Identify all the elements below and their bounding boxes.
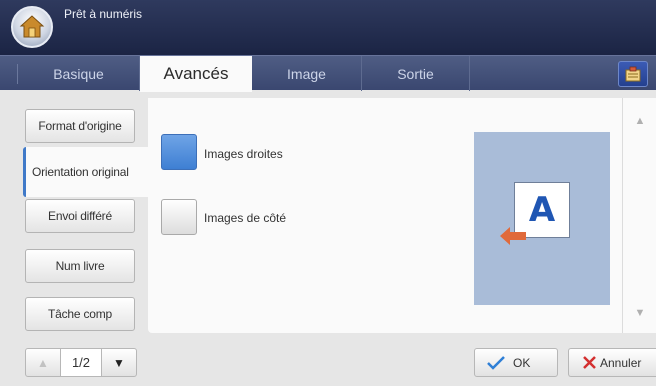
home-button[interactable] [11,6,53,48]
close-icon [583,356,596,369]
ok-button[interactable]: OK [474,348,558,377]
tab-basique[interactable]: Basique [18,56,140,91]
clipboard-icon [625,66,641,82]
triangle-down-icon: ▼ [634,307,646,319]
sidebar-item-orientation-original[interactable]: Orientation original [23,147,149,197]
page-next-button[interactable]: ▼ [101,348,137,377]
tab-empty [470,56,600,91]
orientation-preview: A [474,132,610,305]
cancel-label: Annuler [600,355,642,370]
sidebar-item-envoi-differe[interactable]: Envoi différé [25,199,135,233]
page-indicator: 1/2 [61,348,101,377]
triangle-down-icon: ▼ [113,355,125,370]
triangle-up-icon: ▲ [37,355,49,370]
sidebar-item-num-livre[interactable]: Num livre [25,249,135,283]
tab-bar: Basique Avancés Image Sortie [0,55,656,92]
sidebar-item-tache-comp[interactable]: Tâche comp [25,297,135,331]
option-images-droites-toggle[interactable] [161,134,197,170]
scrollbar[interactable]: ▲ ▼ [622,98,656,333]
page-prev-button[interactable]: ▲ [25,348,61,377]
option-images-de-cote-label: Images de côté [204,211,287,225]
cancel-button[interactable]: Annuler [568,348,656,377]
tab-sortie[interactable]: Sortie [362,56,470,91]
scroll-down-button[interactable]: ▼ [623,298,656,328]
pager: ▲ 1/2 ▼ [25,348,137,377]
triangle-up-icon: ▲ [634,115,646,127]
home-icon [19,15,45,38]
clipboard-button[interactable] [618,61,648,87]
arrow-left-icon [500,227,526,245]
checkmark-icon [487,355,505,370]
status-text: Prêt à numéris [64,7,143,21]
option-images-droites-label: Images droites [204,147,283,161]
tab-avances[interactable]: Avancés [140,56,252,92]
status-bar: Prêt à numéris [0,0,656,55]
ok-label: OK [513,355,531,370]
option-images-de-cote-toggle[interactable] [161,199,197,235]
scroll-up-button[interactable]: ▲ [623,106,656,136]
sidebar-item-format-origine[interactable]: Format d'origine [25,109,135,143]
tab-image[interactable]: Image [252,56,362,91]
